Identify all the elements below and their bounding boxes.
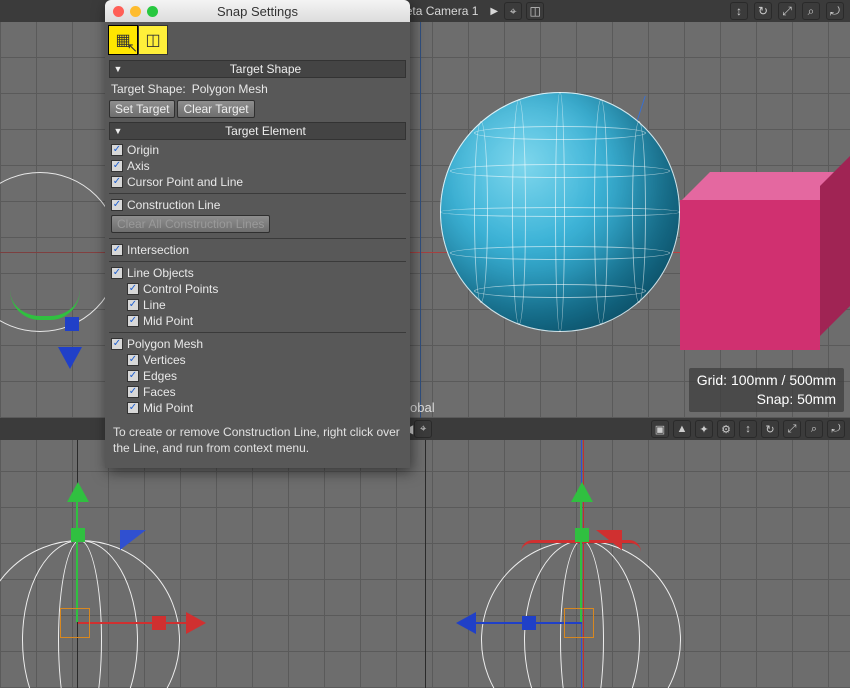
- minimize-icon[interactable]: [130, 6, 141, 17]
- cube-icon[interactable]: ◫: [526, 2, 544, 20]
- chevron-down-icon: ▼: [110, 126, 126, 136]
- axis-y-handle[interactable]: [71, 528, 85, 542]
- target-icon-2[interactable]: ⌖: [414, 420, 432, 438]
- checkbox-intersection[interactable]: ✓: [111, 244, 123, 256]
- opt-midpoint-1: Mid Point: [143, 314, 193, 328]
- reset-icon-2[interactable]: ⤾: [827, 420, 845, 438]
- opt-polygon-mesh: Polygon Mesh: [127, 337, 203, 351]
- maximize-icon[interactable]: [147, 6, 158, 17]
- checkbox-midpoint-2[interactable]: ✓: [127, 402, 139, 414]
- close-icon[interactable]: [113, 6, 124, 17]
- target-icon[interactable]: ⌖: [504, 2, 522, 20]
- panel-tool-row: ▦↖ ◫: [105, 22, 410, 58]
- zoom-icon-2[interactable]: ⌕: [805, 420, 823, 438]
- panel-footer-text: To create or remove Construction Line, r…: [105, 416, 410, 468]
- opt-axis: Axis: [127, 159, 150, 173]
- axis-x-arrow-icon: [186, 612, 206, 634]
- origin-handle[interactable]: [60, 608, 90, 638]
- origin-handle-2[interactable]: [564, 608, 594, 638]
- grid-readout-line2: Snap: 50mm: [697, 390, 836, 409]
- rotate-icon[interactable]: ↻: [754, 2, 772, 20]
- opt-cursor: Cursor Point and Line: [127, 175, 243, 189]
- axis-y-handle-2[interactable]: [575, 528, 589, 542]
- section-label: Target Element: [126, 124, 405, 138]
- light-icon[interactable]: ✦: [695, 420, 713, 438]
- viewport-orthographic-row: [0, 440, 850, 688]
- checkbox-axis[interactable]: ✓: [111, 160, 123, 172]
- chevron-down-icon: ▼: [110, 64, 126, 74]
- target-shape-value: Polygon Mesh: [192, 82, 268, 96]
- opt-construction: Construction Line: [127, 198, 220, 212]
- grid-readout: Grid: 100mm / 500mm Snap: 50mm: [689, 368, 844, 412]
- snap-settings-panel: Snap Settings ▦↖ ◫ ▼ Target Shape Target…: [105, 0, 410, 468]
- axis-y-arrow-icon: [67, 482, 89, 502]
- section-target-element[interactable]: ▼ Target Element: [109, 122, 406, 140]
- viewport-front[interactable]: [0, 440, 426, 688]
- shade-icon[interactable]: ▣: [651, 420, 669, 438]
- checkbox-edges[interactable]: ✓: [127, 370, 139, 382]
- section-target-shape[interactable]: ▼ Target Shape: [109, 60, 406, 78]
- panel-titlebar[interactable]: Snap Settings: [105, 0, 410, 22]
- checkbox-line[interactable]: ✓: [127, 299, 139, 311]
- opt-line-objects: Line Objects: [127, 266, 194, 280]
- reset-icon[interactable]: ⤾: [826, 2, 844, 20]
- gear-icon[interactable]: ⚙: [717, 420, 735, 438]
- checkbox-line-objects[interactable]: ✓: [111, 267, 123, 279]
- target-shape-key: Target Shape:: [111, 82, 186, 96]
- camera-next-icon[interactable]: ▶: [490, 6, 498, 17]
- clear-target-button[interactable]: Clear Target: [177, 100, 254, 118]
- opt-edges: Edges: [143, 369, 177, 383]
- snap-object-mode-button[interactable]: ◫: [138, 25, 168, 55]
- checkbox-construction[interactable]: ✓: [111, 199, 123, 211]
- checkbox-origin[interactable]: ✓: [111, 144, 123, 156]
- opt-control-points: Control Points: [143, 282, 218, 296]
- axis-z-handle[interactable]: [522, 616, 536, 630]
- checkbox-polygon-mesh[interactable]: ✓: [111, 338, 123, 350]
- cube-object[interactable]: [680, 172, 850, 352]
- grid-readout-line1: Grid: 100mm / 500mm: [697, 371, 836, 390]
- left-object-gizmo: [0, 172, 120, 372]
- move-icon-2[interactable]: ↕: [739, 420, 757, 438]
- opt-intersection: Intersection: [127, 243, 189, 257]
- tri-icon[interactable]: ▲: [673, 420, 691, 438]
- clear-construction-button[interactable]: Clear All Construction Lines: [111, 215, 270, 233]
- coord-space-label-partial: obal: [410, 400, 435, 415]
- opt-vertices: Vertices: [143, 353, 186, 367]
- axis-y-arrow-icon-2: [571, 482, 593, 502]
- move-icon[interactable]: ↕: [730, 2, 748, 20]
- checkbox-faces[interactable]: ✓: [127, 386, 139, 398]
- axis-z-line: [420, 22, 421, 418]
- checkbox-cursor[interactable]: ✓: [111, 176, 123, 188]
- scale-icon-2[interactable]: ⤢: [783, 420, 801, 438]
- axis-x-handle[interactable]: [152, 616, 166, 630]
- zoom-icon[interactable]: ⌕: [802, 2, 820, 20]
- sphere-object[interactable]: [440, 92, 680, 332]
- snap-grid-mode-button[interactable]: ▦↖: [108, 25, 138, 55]
- checkbox-vertices[interactable]: ✓: [127, 354, 139, 366]
- section-label: Target Shape: [126, 62, 405, 76]
- scale-icon[interactable]: ⤢: [778, 2, 796, 20]
- axis-z-arrow-icon: [456, 612, 476, 634]
- opt-faces: Faces: [143, 385, 176, 399]
- plane-handle-red[interactable]: [596, 530, 622, 550]
- viewport-side[interactable]: [426, 440, 850, 688]
- opt-midpoint-2: Mid Point: [143, 401, 193, 415]
- checkbox-midpoint-1[interactable]: ✓: [127, 315, 139, 327]
- opt-origin: Origin: [127, 143, 159, 157]
- checkbox-control-points[interactable]: ✓: [127, 283, 139, 295]
- opt-line: Line: [143, 298, 166, 312]
- plane-handle-blue[interactable]: [120, 530, 146, 550]
- rotate-icon-2[interactable]: ↻: [761, 420, 779, 438]
- set-target-button[interactable]: Set Target: [109, 100, 175, 118]
